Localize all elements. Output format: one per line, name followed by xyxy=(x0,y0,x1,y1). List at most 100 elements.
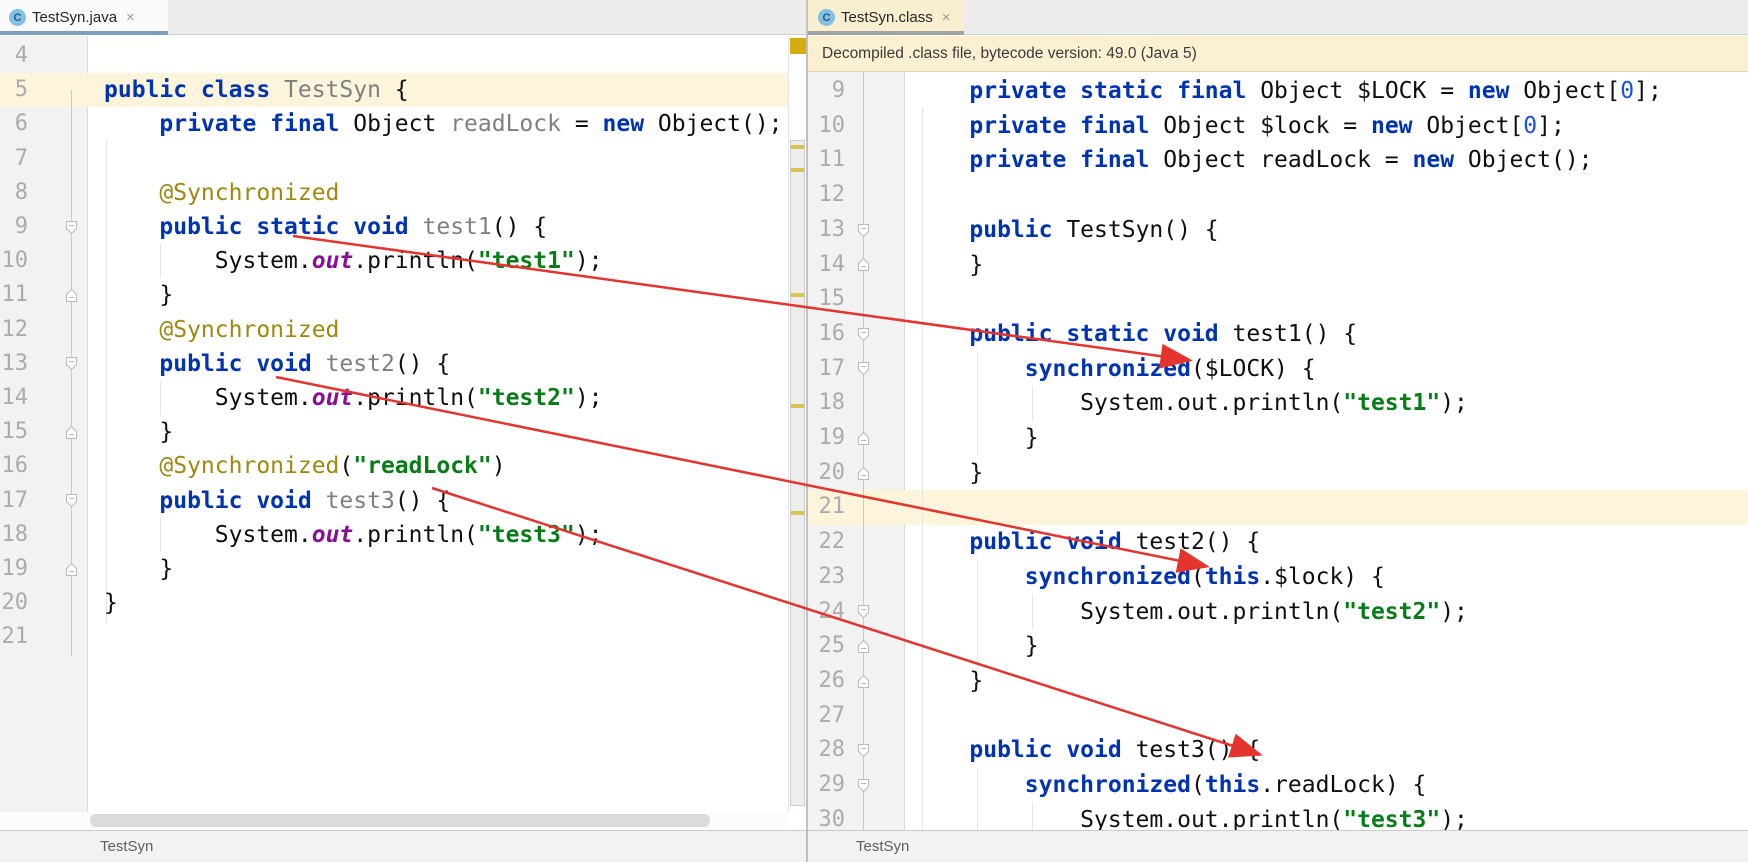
code-line-20[interactable]: } xyxy=(104,586,118,620)
code-line-20[interactable]: } xyxy=(914,456,983,491)
code-line-19[interactable]: } xyxy=(914,421,1039,456)
line-number: 11 xyxy=(0,278,28,312)
code-line-19[interactable]: } xyxy=(104,552,173,586)
warning-stripe-mark[interactable] xyxy=(791,293,804,297)
line-number: 27 xyxy=(808,699,845,734)
line-number: 12 xyxy=(808,178,845,213)
editor-source-java[interactable]: 45 public class TestSyn { 6 private final … xyxy=(0,36,788,812)
line-number: 5 xyxy=(0,73,28,107)
editor-decompiled-class[interactable]: 9 private static final Object $LOCK = ne… xyxy=(808,72,1748,830)
line-number: 7 xyxy=(0,142,28,176)
line-number: 17 xyxy=(808,352,845,387)
line-number: 24 xyxy=(808,595,845,630)
left-editor-scrollbar[interactable] xyxy=(788,36,806,812)
fold-marker-down-icon[interactable] xyxy=(65,356,78,376)
line-number: 15 xyxy=(0,415,28,449)
code-line-15[interactable]: } xyxy=(104,415,173,449)
code-line-16[interactable]: public static void test1() { xyxy=(914,317,1357,352)
fold-marker-up-icon[interactable] xyxy=(857,431,870,451)
fold-marker-up-icon[interactable] xyxy=(65,562,78,582)
warning-stripe-mark[interactable] xyxy=(791,168,804,172)
line-number: 14 xyxy=(808,248,845,283)
warning-stripe-mark[interactable] xyxy=(791,404,804,408)
fold-marker-down-icon[interactable] xyxy=(857,743,870,763)
code-line-18[interactable]: System.out.println("test1"); xyxy=(914,386,1468,421)
code-line-12[interactable]: @Synchronized xyxy=(104,313,339,347)
ide-window: C TestSyn.java × C TestSyn.class × Decom… xyxy=(0,0,1748,862)
breadcrumb-right[interactable]: TestSyn xyxy=(856,838,909,855)
inspection-status-marker[interactable] xyxy=(790,38,806,54)
left-hscroll-thumb[interactable] xyxy=(90,814,710,827)
fold-marker-up-icon[interactable] xyxy=(65,425,78,445)
close-icon[interactable]: × xyxy=(942,9,951,26)
code-line-13[interactable]: public TestSyn() { xyxy=(914,213,1219,248)
line-number: 26 xyxy=(808,664,845,699)
line-number: 21 xyxy=(0,620,28,654)
line-number: 17 xyxy=(0,484,28,518)
left-hscroll-track xyxy=(0,812,788,830)
code-line-22[interactable]: public void test2() { xyxy=(914,525,1260,560)
line-number: 30 xyxy=(808,803,845,830)
code-line-13[interactable]: public void test2() { xyxy=(104,347,450,381)
scrollbar-thumb[interactable] xyxy=(790,140,805,806)
code-line-14[interactable]: System.out.println("test2"); xyxy=(104,381,603,415)
fold-marker-down-icon[interactable] xyxy=(65,493,78,513)
line-number: 19 xyxy=(808,421,845,456)
fold-marker-up-icon[interactable] xyxy=(857,674,870,694)
code-line-25[interactable]: } xyxy=(914,629,1039,664)
code-line-16[interactable]: @Synchronized("readLock") xyxy=(104,449,506,483)
warning-stripe-mark[interactable] xyxy=(791,511,804,515)
code-line-17[interactable]: public void test3() { xyxy=(104,484,450,518)
code-line-30[interactable]: System.out.println("test3"); xyxy=(914,803,1468,830)
class-icon: C xyxy=(9,9,26,26)
code-line-11[interactable]: } xyxy=(104,278,173,312)
code-line-18[interactable]: System.out.println("test3"); xyxy=(104,518,603,552)
active-tab-underline xyxy=(0,31,168,35)
tab-testsyn-class[interactable]: C TestSyn.class × xyxy=(808,0,964,35)
line-number: 4 xyxy=(0,39,28,73)
line-number: 9 xyxy=(808,74,845,109)
line-number: 15 xyxy=(808,282,845,317)
line-number: 22 xyxy=(808,525,845,560)
code-line-9[interactable]: private static final Object $LOCK = new … xyxy=(914,74,1662,109)
fold-marker-down-icon[interactable] xyxy=(857,361,870,381)
fold-marker-up-icon[interactable] xyxy=(857,639,870,659)
pane-splitter[interactable] xyxy=(806,0,808,862)
code-line-23[interactable]: synchronized(this.$lock) { xyxy=(914,560,1385,595)
code-line-24[interactable]: System.out.println("test2"); xyxy=(914,595,1468,630)
code-line-29[interactable]: synchronized(this.readLock) { xyxy=(914,768,1426,803)
fold-marker-down-icon[interactable] xyxy=(857,604,870,624)
code-line-5[interactable]: public class TestSyn { xyxy=(104,73,409,107)
fold-region-line xyxy=(863,72,864,830)
fold-marker-up-icon[interactable] xyxy=(857,466,870,486)
code-line-17[interactable]: synchronized($LOCK) { xyxy=(914,352,1316,387)
line-number: 16 xyxy=(0,449,28,483)
code-line-26[interactable]: } xyxy=(914,664,983,699)
code-line-8[interactable]: @Synchronized xyxy=(104,176,339,210)
fold-marker-up-icon[interactable] xyxy=(857,257,870,277)
fold-marker-down-icon[interactable] xyxy=(857,223,870,243)
line-number: 6 xyxy=(0,107,28,141)
breadcrumb-left[interactable]: TestSyn xyxy=(100,838,153,855)
tab-testsyn-java[interactable]: C TestSyn.java × xyxy=(0,0,168,35)
close-icon[interactable]: × xyxy=(126,9,135,26)
fold-marker-down-icon[interactable] xyxy=(857,778,870,798)
active-tab-underline xyxy=(808,31,964,35)
warning-stripe-mark[interactable] xyxy=(791,145,804,149)
fold-marker-up-icon[interactable] xyxy=(65,288,78,308)
code-line-11[interactable]: private final Object readLock = new Obje… xyxy=(914,143,1593,178)
code-line-10[interactable]: private final Object $lock = new Object[… xyxy=(914,109,1565,144)
decompiled-banner: Decompiled .class file, bytecode version… xyxy=(808,36,1748,72)
line-number: 16 xyxy=(808,317,845,352)
fold-marker-down-icon[interactable] xyxy=(65,220,78,240)
code-line-10[interactable]: System.out.println("test1"); xyxy=(104,244,603,278)
fold-marker-down-icon[interactable] xyxy=(857,327,870,347)
caret-line-highlight xyxy=(808,490,1748,525)
code-line-9[interactable]: public static void test1() { xyxy=(104,210,547,244)
left-tab-bar: C TestSyn.java × xyxy=(0,0,806,35)
line-number: 25 xyxy=(808,629,845,664)
line-number: 21 xyxy=(808,490,845,525)
code-line-14[interactable]: } xyxy=(914,248,983,283)
code-line-28[interactable]: public void test3() { xyxy=(914,733,1260,768)
code-line-6[interactable]: private final Object readLock = new Obje… xyxy=(104,107,783,141)
